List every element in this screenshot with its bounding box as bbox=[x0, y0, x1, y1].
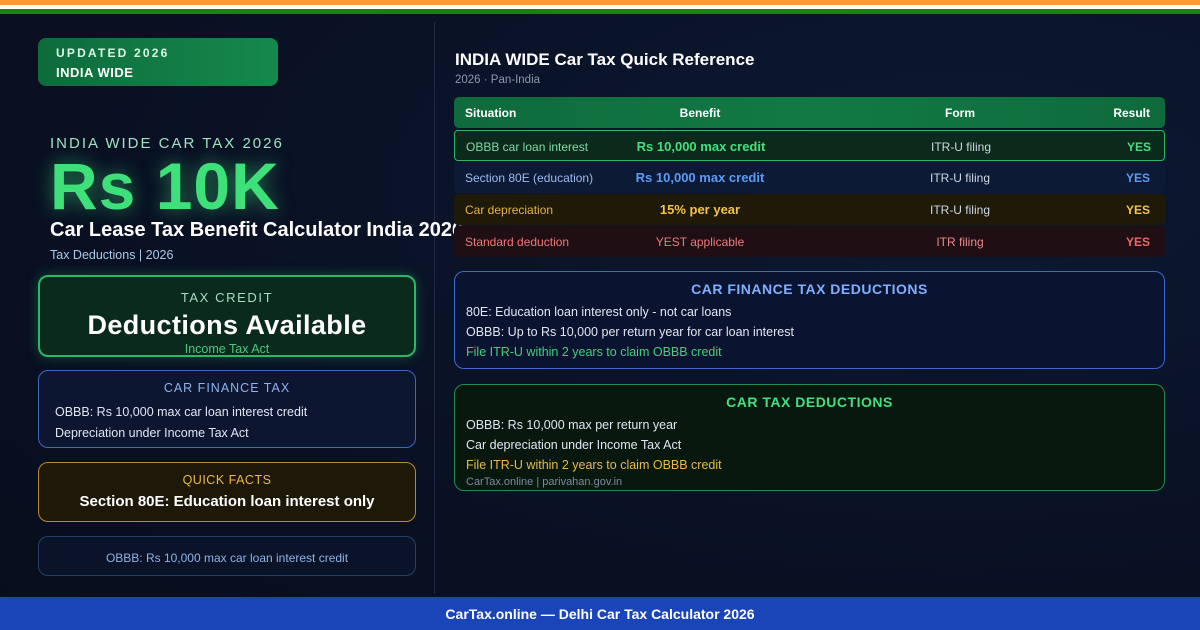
source-credit: CarTax.online | parivahan.gov.in bbox=[466, 476, 623, 488]
panel-heading: CAR FINANCE TAX DEDUCTIONS bbox=[691, 281, 928, 297]
cell-result: YES bbox=[1125, 171, 1150, 185]
column-header-situation: Situation bbox=[465, 106, 517, 120]
table-row: OBBB car loan interest Rs 10,000 max cre… bbox=[454, 130, 1165, 161]
panel-line: Car depreciation under Income Tax Act bbox=[466, 438, 682, 452]
table-row: Standard deduction YEST applicable ITR f… bbox=[454, 226, 1165, 257]
hero-amount: Rs 10K bbox=[50, 149, 280, 223]
page-title: Car Lease Tax Benefit Calculator India 2… bbox=[50, 219, 464, 241]
table-row: Car depreciation 15% per year ITR-U fili… bbox=[454, 194, 1165, 225]
column-header-result: Result bbox=[1113, 106, 1150, 120]
panel-line-highlight: File ITR-U within 2 years to claim OBBB … bbox=[466, 345, 722, 359]
badge-updated-label: UPDATED 2026 bbox=[56, 46, 170, 60]
column-header-benefit: Benefit bbox=[679, 106, 721, 120]
panel-line: OBBB: Up to Rs 10,000 per return year fo… bbox=[466, 325, 794, 339]
cell-result: YES bbox=[1125, 203, 1150, 217]
cell-situation: Car depreciation bbox=[465, 203, 554, 217]
car-finance-tax-label: CAR FINANCE TAX bbox=[163, 381, 291, 395]
cell-situation: Section 80E (education) bbox=[465, 171, 594, 185]
updated-badge: UPDATED 2026 INDIA WIDE bbox=[38, 38, 278, 86]
column-header-form: Form bbox=[945, 106, 975, 120]
india-flag-stripe bbox=[0, 0, 1200, 14]
flag-green-band bbox=[0, 9, 1200, 14]
car-tax-deductions-panel: CAR TAX DEDUCTIONS OBBB: Rs 10,000 max p… bbox=[454, 384, 1165, 491]
footer-banner: CarTax.online — Delhi Car Tax Calculator… bbox=[0, 597, 1200, 630]
cell-situation: Standard deduction bbox=[465, 235, 570, 249]
cell-form: ITR-U filing bbox=[930, 140, 991, 154]
panel-line: OBBB: Rs 10,000 max per return year bbox=[466, 418, 678, 432]
reference-subtitle: 2026 · Pan-India bbox=[455, 74, 541, 86]
cell-result: YES bbox=[1126, 140, 1151, 154]
tax-credit-label: TAX CREDIT bbox=[180, 290, 274, 305]
quick-facts-label: QUICK FACTS bbox=[182, 473, 272, 487]
footer-text: CarTax.online — Delhi Car Tax Calculator… bbox=[445, 606, 755, 622]
cell-form: ITR-U filing bbox=[929, 203, 990, 217]
badge-region-label: INDIA WIDE bbox=[56, 65, 134, 80]
car-finance-tax-card: CAR FINANCE TAX OBBB: Rs 10,000 max car … bbox=[38, 370, 416, 448]
cell-benefit: 15% per year bbox=[659, 202, 741, 217]
cell-result: YES bbox=[1125, 235, 1150, 249]
cell-benefit: YEST applicable bbox=[655, 235, 745, 249]
cell-benefit: Rs 10,000 max credit bbox=[635, 170, 765, 185]
quick-facts-card: QUICK FACTS Section 80E: Education loan … bbox=[38, 462, 416, 522]
note-card: OBBB: Rs 10,000 max car loan interest cr… bbox=[38, 536, 416, 576]
table-row: Section 80E (education) Rs 10,000 max cr… bbox=[454, 162, 1165, 193]
panel-line-highlight: File ITR-U within 2 years to claim OBBB … bbox=[466, 458, 722, 472]
reference-table: Situation Benefit Form Result OBBB car l… bbox=[454, 97, 1165, 257]
car-finance-tax-line: OBBB: Rs 10,000 max car loan interest cr… bbox=[55, 405, 308, 419]
column-divider bbox=[434, 22, 435, 594]
table-header: Situation Benefit Form Result bbox=[454, 97, 1165, 128]
page-subtitle: Tax Deductions | 2026 bbox=[50, 248, 174, 262]
panel-heading: CAR TAX DEDUCTIONS bbox=[726, 394, 893, 410]
tax-credit-value: Deductions Available bbox=[87, 310, 367, 340]
cell-form: ITR-U filing bbox=[929, 171, 990, 185]
car-finance-tax-line: Depreciation under Income Tax Act bbox=[55, 426, 249, 440]
cell-benefit: Rs 10,000 max credit bbox=[636, 139, 766, 154]
quick-facts-value: Section 80E: Education loan interest onl… bbox=[79, 493, 375, 510]
panel-line: 80E: Education loan interest only - not … bbox=[466, 305, 732, 319]
car-finance-deductions-panel: CAR FINANCE TAX DEDUCTIONS 80E: Educatio… bbox=[454, 271, 1165, 369]
cell-situation: OBBB car loan interest bbox=[466, 140, 589, 154]
note-text: OBBB: Rs 10,000 max car loan interest cr… bbox=[105, 551, 349, 565]
tax-credit-sub: Income Tax Act bbox=[184, 342, 270, 356]
reference-title: INDIA WIDE Car Tax Quick Reference bbox=[455, 50, 755, 69]
cell-form: ITR filing bbox=[936, 235, 984, 249]
tax-credit-card: TAX CREDIT Deductions Available Income T… bbox=[38, 275, 416, 357]
